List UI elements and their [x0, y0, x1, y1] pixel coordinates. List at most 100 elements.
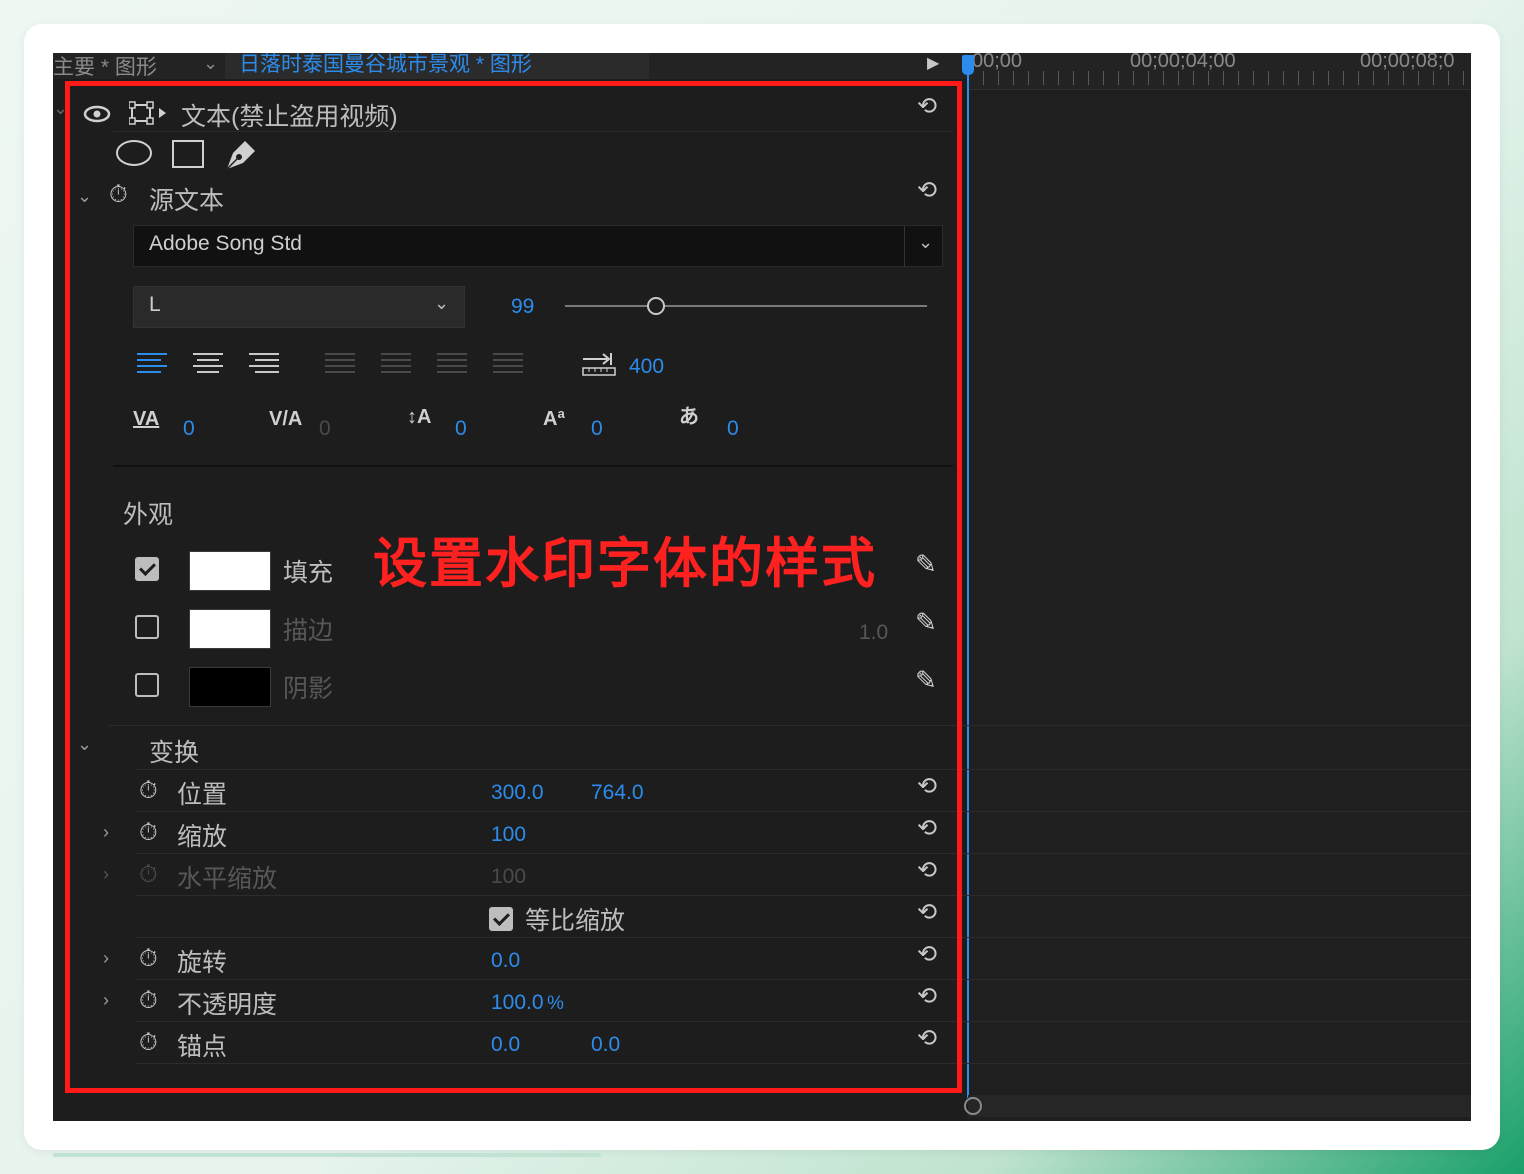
- dropdown-divider: [904, 226, 905, 266]
- timeline-row-divider: [968, 1063, 1471, 1064]
- uniform-scale-checkbox[interactable]: [489, 907, 513, 931]
- chevron-down-icon[interactable]: ⌄: [434, 293, 449, 314]
- divider: [113, 131, 953, 132]
- stroke-color-swatch[interactable]: [189, 609, 271, 649]
- reset-icon[interactable]: ⟲: [917, 859, 937, 883]
- timeline-row-divider: [968, 769, 1471, 770]
- eyedropper-icon[interactable]: ✎: [915, 667, 937, 693]
- layer-title[interactable]: 文本(禁止盗用视频): [181, 97, 398, 133]
- tab-icon: [582, 353, 616, 376]
- divider: [109, 725, 969, 726]
- eyedropper-icon[interactable]: ✎: [915, 551, 937, 577]
- chevron-down-icon[interactable]: ⌄: [203, 53, 218, 74]
- position-x-value[interactable]: 300.0: [491, 781, 544, 805]
- timecode-8s: 00;00;08;0: [1360, 53, 1455, 72]
- font-size-slider-knob[interactable]: [646, 297, 665, 315]
- leading-icon: ↕A: [407, 406, 432, 428]
- opacity-chevron-icon[interactable]: ›: [103, 991, 109, 1009]
- opacity-unit: %: [547, 993, 564, 1014]
- reset-icon[interactable]: ⟲: [917, 95, 937, 119]
- ellipse-tool-icon[interactable]: [115, 139, 153, 167]
- scroll-zoom-handle[interactable]: [964, 1097, 982, 1115]
- reset-icon[interactable]: ⟲: [917, 943, 937, 967]
- transform-chevron-icon[interactable]: ⌄: [77, 735, 92, 753]
- leading-value[interactable]: 0: [455, 417, 467, 441]
- source-text-chevron-icon[interactable]: ⌄: [77, 187, 92, 205]
- pen-tool-icon[interactable]: [223, 137, 259, 171]
- justify-left-button[interactable]: [325, 353, 355, 377]
- reset-icon[interactable]: ⟲: [917, 901, 937, 925]
- stroke-checkbox[interactable]: [135, 615, 159, 639]
- divider: [135, 811, 969, 812]
- scale-value[interactable]: 100: [491, 823, 526, 847]
- baseline-shift-value[interactable]: 0: [591, 417, 603, 441]
- rotation-value[interactable]: 0.0: [491, 949, 520, 973]
- rotation-chevron-icon[interactable]: ›: [103, 949, 109, 967]
- font-family-dropdown[interactable]: Adobe Song Std ⌄: [133, 225, 943, 267]
- shadow-color-swatch[interactable]: [189, 667, 271, 707]
- align-left-button[interactable]: [137, 353, 167, 377]
- clip-selector[interactable]: 日落时泰国曼谷城市景观 * 图形: [225, 53, 649, 79]
- font-style-dropdown[interactable]: L ⌄: [133, 286, 465, 328]
- timeline-scrollbar[interactable]: [964, 1095, 1471, 1117]
- mini-timeline[interactable]: 00;00 00;00;04;00 00;00;08;0: [962, 53, 1471, 1121]
- reset-icon[interactable]: ⟲: [917, 179, 937, 203]
- transform-box-icon[interactable]: [129, 101, 169, 125]
- justify-all-button[interactable]: [493, 353, 523, 377]
- fill-label: 填充: [283, 559, 334, 587]
- divider: [135, 979, 969, 980]
- chevron-down-icon[interactable]: ⌄: [918, 232, 933, 253]
- scale-width-chevron-icon[interactable]: ›: [103, 865, 109, 883]
- align-right-button[interactable]: [249, 353, 279, 377]
- master-clip-label[interactable]: 主要 * 图形: [53, 53, 157, 81]
- position-y-value[interactable]: 764.0: [591, 781, 644, 805]
- stopwatch-icon[interactable]: ⏱: [109, 183, 128, 207]
- timeline-row-divider: [968, 979, 1471, 980]
- playhead-line[interactable]: [967, 73, 969, 1098]
- reset-icon[interactable]: ⟲: [917, 817, 937, 841]
- divider: [135, 1021, 969, 1022]
- stopwatch-icon[interactable]: ⏱: [139, 947, 158, 971]
- rectangle-tool-icon[interactable]: [171, 139, 205, 169]
- stopwatch-icon[interactable]: ⏱: [139, 989, 158, 1013]
- stroke-label: 描边: [283, 617, 334, 645]
- playhead-handle[interactable]: [962, 55, 974, 75]
- source-text-label: 源文本: [149, 187, 225, 215]
- collapse-chevron-icon[interactable]: ⌄: [53, 99, 68, 117]
- shadow-label: 阴影: [283, 675, 334, 703]
- time-ruler[interactable]: 00;00 00;00;04;00 00;00;08;0: [968, 53, 1471, 90]
- align-center-button[interactable]: [193, 353, 223, 377]
- font-size-value[interactable]: 99: [511, 295, 534, 319]
- stroke-width-value[interactable]: 1.0: [859, 621, 888, 645]
- uniform-scale-label: 等比缩放: [525, 907, 626, 935]
- justify-center-button[interactable]: [381, 353, 411, 377]
- stopwatch-icon[interactable]: ⏱: [139, 821, 158, 845]
- reset-icon[interactable]: ⟲: [917, 775, 937, 799]
- reset-icon[interactable]: ⟲: [917, 1027, 937, 1051]
- reset-icon[interactable]: ⟲: [917, 985, 937, 1009]
- anchor-y-value[interactable]: 0.0: [591, 1033, 620, 1057]
- play-triangle-icon[interactable]: ▶: [927, 53, 939, 73]
- divider: [135, 937, 969, 938]
- fill-checkbox[interactable]: [135, 557, 159, 581]
- anchor-x-value[interactable]: 0.0: [491, 1033, 520, 1057]
- timeline-row-divider: [968, 853, 1471, 854]
- fill-color-swatch[interactable]: [189, 551, 271, 591]
- tsume-value[interactable]: 0: [727, 417, 739, 441]
- font-family-value: Adobe Song Std: [149, 232, 302, 255]
- tracking-value[interactable]: 0: [319, 417, 331, 441]
- font-size-slider-track[interactable]: [565, 305, 927, 307]
- justify-right-button[interactable]: [437, 353, 467, 377]
- tracking-icon: V/A: [269, 408, 303, 430]
- scale-chevron-icon[interactable]: ›: [103, 823, 109, 841]
- scale-width-value: 100: [491, 865, 527, 888]
- font-style-value: L: [149, 293, 161, 316]
- eyedropper-icon[interactable]: ✎: [915, 609, 937, 635]
- stopwatch-icon[interactable]: ⏱: [139, 1031, 158, 1055]
- eye-icon[interactable]: [83, 105, 111, 123]
- stopwatch-icon[interactable]: ⏱: [139, 779, 158, 803]
- shadow-checkbox[interactable]: [135, 673, 159, 697]
- opacity-value[interactable]: 100.0: [491, 991, 544, 1015]
- tab-width-value[interactable]: 400: [629, 355, 664, 379]
- kerning-value[interactable]: 0: [183, 417, 195, 441]
